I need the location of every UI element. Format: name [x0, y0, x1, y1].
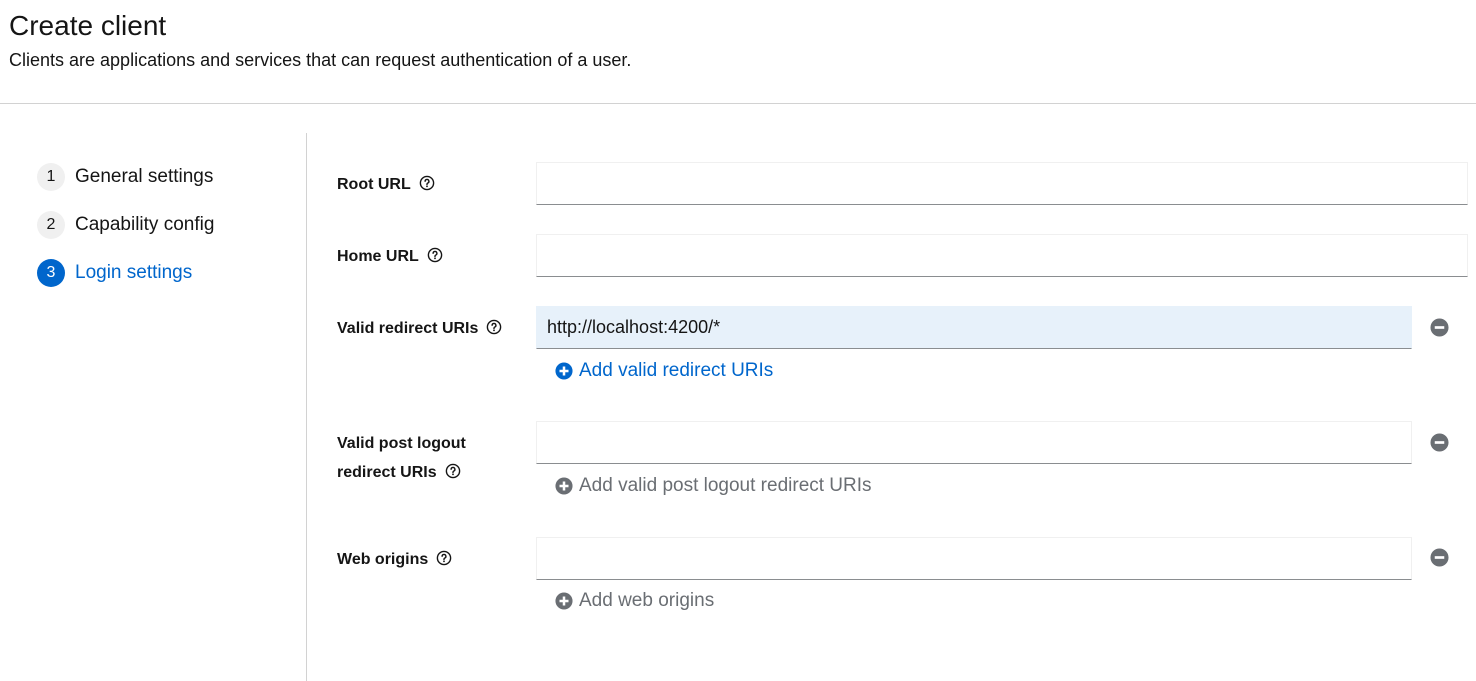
- step-label: Login settings: [75, 262, 193, 283]
- valid-redirect-uri-input[interactable]: [536, 306, 1412, 349]
- valid-post-logout-uri-input[interactable]: [536, 421, 1412, 464]
- valid-post-logout-label: Valid post logout redirect URIs: [337, 429, 466, 487]
- step-label: General settings: [75, 166, 214, 187]
- step-number: 3: [37, 259, 65, 287]
- home-url-label: Home URL: [337, 242, 443, 271]
- valid-redirect-uris-label-text: Valid redirect URIs: [337, 320, 479, 337]
- valid-redirect-uris-label: Valid redirect URIs: [337, 314, 502, 343]
- minus-circle-icon[interactable]: [1430, 548, 1449, 567]
- step-number: 1: [37, 163, 65, 191]
- wizard-step-capability-config[interactable]: 2 Capability config: [37, 211, 214, 239]
- step-label: Capability config: [75, 214, 215, 235]
- page-header: Create client Clients are applications a…: [0, 0, 1476, 104]
- help-icon[interactable]: [436, 550, 452, 566]
- step-number: 2: [37, 211, 65, 239]
- add-web-origins-button[interactable]: Add web origins: [555, 589, 714, 613]
- web-origins-label-text: Web origins: [337, 551, 429, 568]
- plus-circle-icon: [555, 477, 573, 495]
- help-icon[interactable]: [486, 319, 502, 335]
- wizard-nav: 1 General settings 2 Capability config 3…: [0, 133, 307, 681]
- plus-circle-icon: [555, 362, 573, 380]
- wizard-step-general-settings[interactable]: 1 General settings: [37, 163, 213, 191]
- page-title: Create client: [9, 10, 167, 41]
- add-valid-post-logout-uris-label: Add valid post logout redirect URIs: [579, 475, 872, 496]
- minus-circle-icon[interactable]: [1430, 433, 1449, 452]
- valid-post-logout-label-line1: Valid post logout: [337, 435, 466, 452]
- add-valid-redirect-uris-label: Add valid redirect URIs: [579, 360, 774, 381]
- plus-circle-icon: [555, 592, 573, 610]
- help-icon[interactable]: [419, 175, 435, 191]
- help-icon[interactable]: [445, 463, 461, 479]
- page-subtitle: Clients are applications and services th…: [9, 50, 632, 70]
- help-icon[interactable]: [427, 247, 443, 263]
- web-origins-label: Web origins: [337, 545, 452, 574]
- add-valid-post-logout-uris-button[interactable]: Add valid post logout redirect URIs: [555, 474, 872, 498]
- home-url-input[interactable]: [536, 234, 1468, 277]
- home-url-label-text: Home URL: [337, 248, 419, 265]
- wizard-step-login-settings[interactable]: 3 Login settings: [37, 259, 192, 287]
- add-valid-redirect-uris-button[interactable]: Add valid redirect URIs: [555, 359, 773, 383]
- web-origins-input[interactable]: [536, 537, 1412, 580]
- root-url-label-text: Root URL: [337, 176, 411, 193]
- root-url-label: Root URL: [337, 170, 435, 199]
- root-url-input[interactable]: [536, 162, 1468, 205]
- valid-post-logout-label-line2: redirect URIs: [337, 464, 437, 481]
- minus-circle-icon[interactable]: [1430, 318, 1449, 337]
- add-web-origins-label: Add web origins: [579, 590, 715, 611]
